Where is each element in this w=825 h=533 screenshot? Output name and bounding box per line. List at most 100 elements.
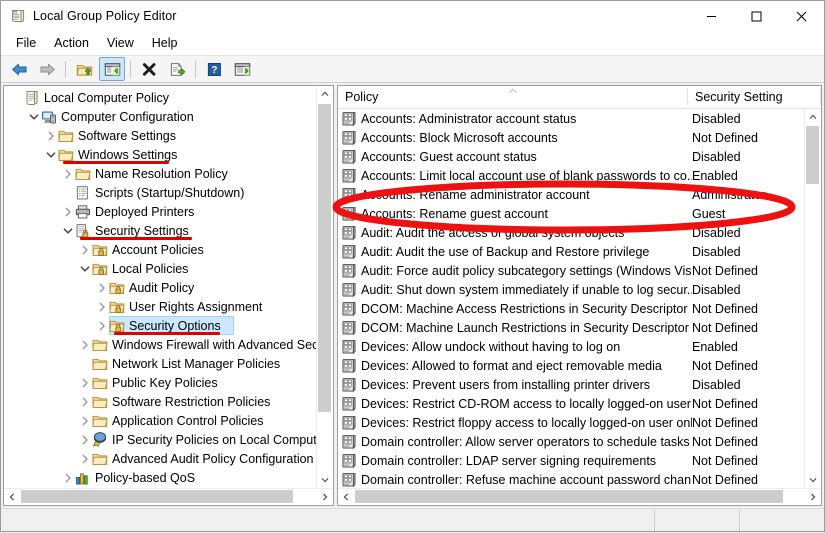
tree-vertical-scrollbar[interactable] xyxy=(316,86,333,488)
help-icon[interactable]: ? xyxy=(201,57,227,81)
export-list-icon[interactable] xyxy=(164,57,190,81)
chevron-right-icon[interactable] xyxy=(43,126,58,145)
column-header-security-setting[interactable]: Security Setting xyxy=(688,86,821,108)
back-arrow-icon[interactable] xyxy=(6,57,32,81)
tree-scroll-up-icon[interactable] xyxy=(317,86,333,102)
show-hide-console-tree-icon[interactable] xyxy=(99,57,125,81)
tree-item-local-policies[interactable]: Local Policies xyxy=(4,259,316,278)
tree-item-application-control-policies[interactable]: Application Control Policies xyxy=(4,411,316,430)
tree-horizontal-scrollbar[interactable] xyxy=(4,488,333,505)
policy-list-row[interactable]: Devices: Allow undock without having to … xyxy=(338,337,804,356)
policy-list-row[interactable]: DCOM: Machine Launch Restrictions in Sec… xyxy=(338,318,804,337)
list-hscroll-track[interactable] xyxy=(354,489,805,505)
security-setting-value: Not Defined xyxy=(692,302,804,316)
chevron-right-icon[interactable] xyxy=(77,335,92,354)
policy-list-row[interactable]: Devices: Restrict floppy access to local… xyxy=(338,413,804,432)
policy-list-row[interactable]: Devices: Prevent users from installing p… xyxy=(338,375,804,394)
policy-list-row[interactable]: Devices: Allowed to format and eject rem… xyxy=(338,356,804,375)
tree-spacer xyxy=(60,183,75,202)
chevron-right-icon[interactable] xyxy=(94,297,109,316)
list-vertical-scrollbar[interactable] xyxy=(804,109,821,488)
tree-item-network-list-manager-policies[interactable]: Network List Manager Policies xyxy=(4,354,316,373)
policy-list-row[interactable]: Accounts: Limit local account use of bla… xyxy=(338,166,804,185)
list-scroll-area: Accounts: Administrator account statusDi… xyxy=(338,109,804,488)
tree-item-windows-firewall-with-advanced-secur[interactable]: Windows Firewall with Advanced Secur xyxy=(4,335,316,354)
menu-action[interactable]: Action xyxy=(45,33,98,53)
chevron-right-icon[interactable] xyxy=(77,430,92,449)
chevron-right-icon[interactable] xyxy=(94,316,109,335)
chevron-right-icon[interactable] xyxy=(60,202,75,221)
policy-list-row[interactable]: Accounts: Administrator account statusDi… xyxy=(338,109,804,128)
list-horizontal-scrollbar[interactable] xyxy=(338,488,821,505)
tree-item-advanced-audit-policy-configuration[interactable]: Advanced Audit Policy Configuration xyxy=(4,449,316,468)
menu-help[interactable]: Help xyxy=(143,33,187,53)
policy-list-row[interactable]: Domain controller: Allow server operator… xyxy=(338,432,804,451)
tree-item-public-key-policies[interactable]: Public Key Policies xyxy=(4,373,316,392)
show-hide-action-pane-icon[interactable] xyxy=(229,57,255,81)
policy-list-row[interactable]: Domain controller: Refuse machine accoun… xyxy=(338,470,804,488)
policy-list-row[interactable]: Accounts: Rename administrator accountAd… xyxy=(338,185,804,204)
delete-icon[interactable] xyxy=(136,57,162,81)
list-scroll-track[interactable] xyxy=(805,125,821,472)
chevron-right-icon[interactable] xyxy=(94,278,109,297)
policy-list-row[interactable]: Accounts: Rename guest accountGuest xyxy=(338,204,804,223)
tree-scroll-right-icon[interactable] xyxy=(317,489,333,505)
tree-item-local-computer-policy[interactable]: Local Computer Policy xyxy=(4,88,316,107)
list-scroll-down-icon[interactable] xyxy=(805,472,821,488)
list-scroll-right-icon[interactable] xyxy=(805,489,821,505)
list-hscroll-thumb[interactable] xyxy=(355,490,783,503)
close-button[interactable] xyxy=(779,1,824,31)
policy-list-row[interactable]: DCOM: Machine Access Restrictions in Sec… xyxy=(338,299,804,318)
list-scroll-thumb[interactable] xyxy=(806,126,819,184)
column-header-policy[interactable]: Policy xyxy=(338,86,688,108)
tree-item-scripts-startup-shutdown[interactable]: Scripts (Startup/Shutdown) xyxy=(4,183,316,202)
tree-scroll-thumb[interactable] xyxy=(318,104,331,412)
chevron-right-icon[interactable] xyxy=(60,164,75,183)
tree-scroll-track[interactable] xyxy=(317,102,333,472)
tree-item-ip-security-policies-on-local-computer[interactable]: IP Security Policies on Local Computer xyxy=(4,430,316,449)
chevron-right-icon[interactable] xyxy=(77,411,92,430)
policy-list-row[interactable]: Devices: Restrict CD-ROM access to local… xyxy=(338,394,804,413)
policy-list-row[interactable]: Accounts: Guest account statusDisabled xyxy=(338,147,804,166)
policy-list-row[interactable]: Audit: Force audit policy subcategory se… xyxy=(338,261,804,280)
menu-view[interactable]: View xyxy=(98,33,143,53)
up-one-level-icon[interactable] xyxy=(71,57,97,81)
tree-item-policy-based-qos[interactable]: Policy-based QoS xyxy=(4,468,316,487)
tree-item-computer-configuration[interactable]: Computer Configuration xyxy=(4,107,316,126)
chevron-right-icon[interactable] xyxy=(60,468,75,487)
forward-arrow-icon[interactable] xyxy=(34,57,60,81)
tree-item-software-settings[interactable]: Software Settings xyxy=(4,126,316,145)
tree-item-deployed-printers[interactable]: Deployed Printers xyxy=(4,202,316,221)
list-scroll-up-icon[interactable] xyxy=(805,109,821,125)
chevron-down-icon[interactable] xyxy=(26,107,41,126)
folder-icon xyxy=(92,413,108,429)
policy-list-row[interactable]: Domain controller: LDAP server signing r… xyxy=(338,451,804,470)
chevron-right-icon[interactable] xyxy=(77,392,92,411)
chevron-right-icon[interactable] xyxy=(77,373,92,392)
policy-list-row[interactable]: Audit: Audit the use of Backup and Resto… xyxy=(338,242,804,261)
chevron-down-icon[interactable] xyxy=(43,145,58,164)
tree-scroll-left-icon[interactable] xyxy=(4,489,20,505)
tree-item-user-rights-assignment[interactable]: User Rights Assignment xyxy=(4,297,316,316)
list-scroll-left-icon[interactable] xyxy=(338,489,354,505)
chevron-right-icon[interactable] xyxy=(43,487,58,488)
tree-scroll-down-icon[interactable] xyxy=(317,472,333,488)
policy-list-row[interactable]: Audit: Audit the access of global system… xyxy=(338,223,804,242)
chevron-down-icon[interactable] xyxy=(60,221,75,240)
maximize-button[interactable] xyxy=(734,1,779,31)
chevron-down-icon[interactable] xyxy=(77,259,92,278)
tree-hscroll-track[interactable] xyxy=(20,489,317,505)
tree-item-account-policies[interactable]: Account Policies xyxy=(4,240,316,259)
tree-item-software-restriction-policies[interactable]: Software Restriction Policies xyxy=(4,392,316,411)
chevron-right-icon[interactable] xyxy=(77,449,92,468)
menu-file[interactable]: File xyxy=(7,33,45,53)
policy-list-row[interactable]: Audit: Shut down system immediately if u… xyxy=(338,280,804,299)
tree-hscroll-thumb[interactable] xyxy=(21,490,293,503)
tree-item-administrative-templates[interactable]: Administrative Templates xyxy=(4,487,316,488)
policy-list-row[interactable]: Accounts: Block Microsoft accountsNot De… xyxy=(338,128,804,147)
tree-item-label: Windows Settings xyxy=(78,148,181,162)
minimize-button[interactable] xyxy=(689,1,734,31)
tree-item-name-resolution-policy[interactable]: Name Resolution Policy xyxy=(4,164,316,183)
tree-item-audit-policy[interactable]: Audit Policy xyxy=(4,278,316,297)
chevron-right-icon[interactable] xyxy=(77,240,92,259)
